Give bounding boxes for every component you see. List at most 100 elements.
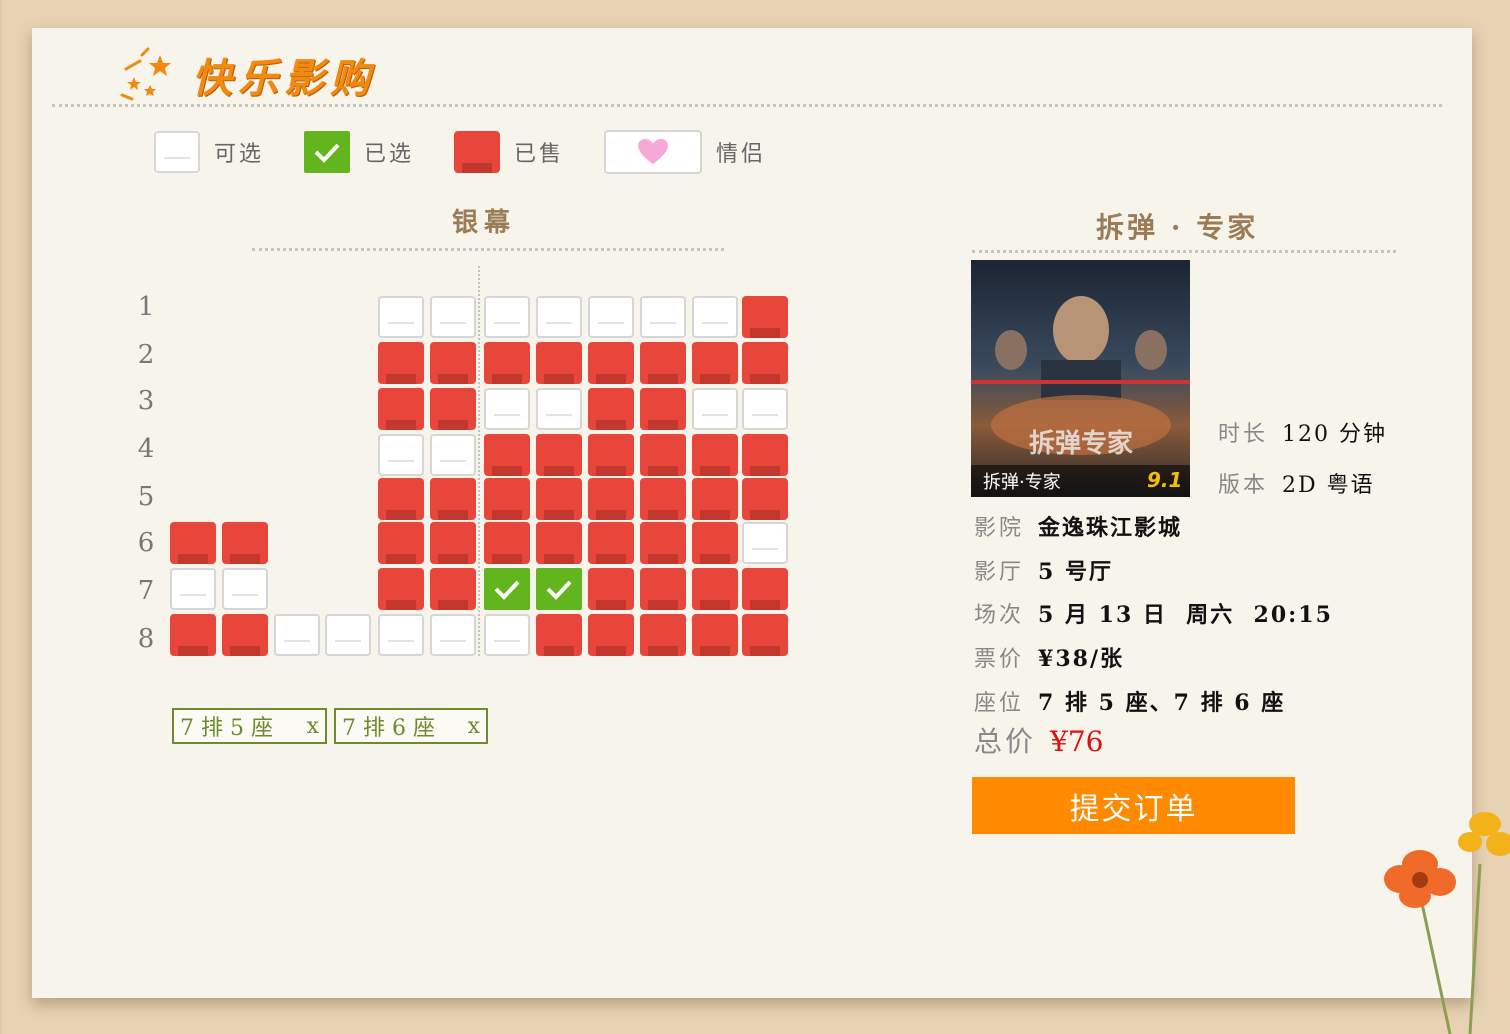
available-seat[interactable]	[430, 614, 476, 656]
session-label: 场次	[974, 603, 1025, 628]
sold-seat	[536, 342, 582, 384]
legend-available-label: 可选	[214, 142, 265, 167]
hall-value: 5 号厅	[1038, 559, 1113, 585]
sold-seat	[536, 434, 582, 476]
available-seat[interactable]	[484, 296, 530, 338]
available-seat[interactable]	[742, 388, 788, 430]
sold-seat	[588, 522, 634, 564]
sold-seat	[430, 568, 476, 610]
available-seat[interactable]	[536, 388, 582, 430]
sold-seat	[692, 434, 738, 476]
remove-ticket-button[interactable]: x	[468, 714, 480, 739]
flower-decoration-icon	[1384, 812, 1510, 1034]
available-seat[interactable]	[484, 388, 530, 430]
sold-seat	[588, 478, 634, 520]
sold-seat	[222, 522, 268, 564]
available-seat[interactable]	[378, 614, 424, 656]
row-number: 1	[137, 292, 155, 322]
sold-seat	[640, 614, 686, 656]
center-aisle-line	[478, 266, 480, 656]
sold-seat	[640, 434, 686, 476]
sold-seat	[378, 568, 424, 610]
ticket-label: 7 排 5 座	[180, 716, 273, 741]
available-seat[interactable]	[378, 296, 424, 338]
sold-seat	[692, 614, 738, 656]
available-seat[interactable]	[640, 296, 686, 338]
hall-label: 影厅	[974, 560, 1025, 585]
sold-seat	[742, 342, 788, 384]
seats-value: 7 排 5 座、7 排 6 座	[1038, 690, 1286, 716]
movie-divider	[972, 250, 1396, 253]
sold-seat	[588, 614, 634, 656]
sold-seat	[484, 342, 530, 384]
duration-value: 120 分钟	[1282, 422, 1388, 447]
available-seat[interactable]	[430, 296, 476, 338]
sold-seat	[484, 434, 530, 476]
session-line: 场次 5 月 13 日 周六 20:15	[974, 597, 1333, 629]
sold-seat	[430, 342, 476, 384]
available-seat[interactable]	[484, 614, 530, 656]
seat-legend: 可选 已选 已售 情侣	[154, 130, 806, 174]
row-number: 7	[137, 576, 155, 606]
sold-seat	[692, 342, 738, 384]
sold-seat	[430, 478, 476, 520]
available-seat[interactable]	[430, 434, 476, 476]
selected-ticket-chip[interactable]: 7 排 6 座 x	[334, 708, 488, 744]
movie-poster: 拆弹专家 拆弹·专家 9.1	[971, 260, 1190, 497]
price-value: ¥38/张	[1038, 646, 1124, 672]
total-label: 总价	[974, 725, 1037, 758]
cinema-value: 金逸珠江影城	[1038, 515, 1183, 541]
legend-selected-label: 已选	[364, 142, 415, 167]
selected-seat[interactable]	[536, 568, 582, 610]
sold-seat	[170, 522, 216, 564]
sold-seat	[484, 522, 530, 564]
legend-couple-label: 情侣	[716, 142, 767, 167]
available-seat[interactable]	[588, 296, 634, 338]
sold-seat	[640, 522, 686, 564]
sold-seat	[742, 296, 788, 338]
seats-label: 座位	[974, 691, 1025, 716]
price-line: 票价 ¥38/张	[974, 641, 1124, 673]
screen-divider	[252, 248, 724, 251]
legend-sold: 已售	[454, 131, 564, 173]
duration-label: 时长	[1218, 422, 1269, 447]
available-seat[interactable]	[378, 434, 424, 476]
row-number: 4	[137, 434, 155, 464]
available-seat[interactable]	[692, 296, 738, 338]
legend-selected: 已选	[304, 131, 414, 173]
available-seat[interactable]	[274, 614, 320, 656]
available-seat[interactable]	[222, 568, 268, 610]
header-divider	[52, 104, 1442, 107]
price-label: 票价	[974, 647, 1025, 672]
total-price: ¥76	[1050, 725, 1104, 758]
available-seat[interactable]	[325, 614, 371, 656]
row-number: 2	[137, 340, 155, 370]
available-seat[interactable]	[742, 522, 788, 564]
sold-seat	[692, 478, 738, 520]
selected-ticket-chip[interactable]: 7 排 5 座 x	[172, 708, 327, 744]
sold-seat	[536, 614, 582, 656]
sold-seat	[742, 434, 788, 476]
available-seat[interactable]	[536, 296, 582, 338]
cinema-label: 影院	[974, 516, 1025, 541]
sold-seat	[378, 388, 424, 430]
sold-seat	[640, 568, 686, 610]
available-seat[interactable]	[692, 388, 738, 430]
available-seat[interactable]	[170, 568, 216, 610]
row-number: 5	[137, 482, 155, 512]
submit-order-button[interactable]: 提交订单	[972, 777, 1295, 834]
selected-seat[interactable]	[484, 568, 530, 610]
sold-seat	[692, 522, 738, 564]
sold-seat	[484, 478, 530, 520]
version-line: 版本 2D 粤语	[1218, 467, 1375, 499]
session-value: 5 月 13 日 周六 20:15	[1038, 602, 1333, 628]
ticket-label: 7 排 6 座	[342, 716, 435, 741]
sold-seat	[692, 568, 738, 610]
logo: 快乐影购	[120, 46, 376, 104]
sold-seat	[742, 478, 788, 520]
legend-sold-label: 已售	[514, 142, 565, 167]
remove-ticket-button[interactable]: x	[307, 714, 319, 739]
legend-couple: 情侣	[604, 130, 766, 174]
total-line: 总价 ¥76	[974, 720, 1103, 760]
sold-seat	[588, 568, 634, 610]
